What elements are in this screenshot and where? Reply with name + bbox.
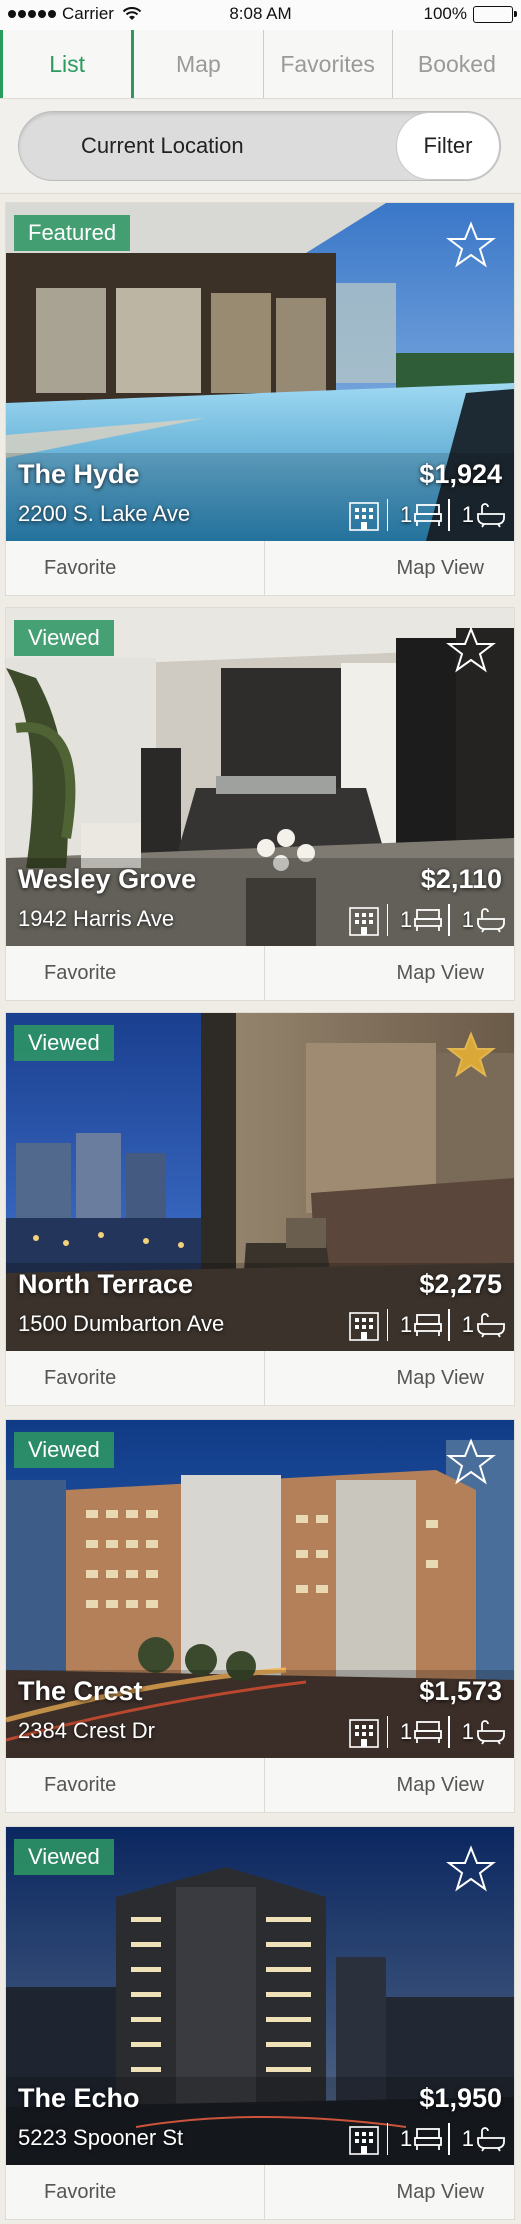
bath-count: 1 — [461, 2126, 474, 2151]
bed-icon — [414, 1314, 443, 1336]
tab-favorites[interactable]: Favorites — [264, 30, 393, 98]
bathtub-icon — [477, 503, 505, 528]
amenities: 1 1 — [347, 495, 507, 535]
bath-count: 1 — [461, 907, 474, 932]
favorite-button[interactable]: Favorite — [6, 2165, 265, 2219]
amenities: 1 1 — [347, 1305, 507, 1345]
status-badge: Viewed — [14, 620, 114, 656]
favorite-star-icon-active[interactable] — [446, 1031, 496, 1079]
search-bar: Current Location Filter — [0, 99, 521, 194]
bed-icon — [414, 2128, 443, 2150]
building-icon — [348, 2126, 379, 2155]
bath-count: 1 — [461, 1719, 474, 1744]
property-address: 1942 Harris Ave — [18, 906, 175, 931]
listing-photo[interactable]: Viewed The Echo 5223 Spooner St $1,950 1… — [6, 1827, 514, 2165]
bed-icon — [414, 909, 443, 931]
bath-count: 1 — [461, 502, 474, 527]
property-name: The Crest — [18, 1676, 143, 1706]
status-badge: Featured — [14, 215, 131, 251]
status-badge: Viewed — [14, 1025, 114, 1061]
property-name: The Echo — [18, 2083, 140, 2113]
location-label: Current Location — [81, 133, 244, 158]
status-badge: Viewed — [14, 1839, 114, 1875]
property-price: $1,573 — [419, 1676, 502, 1706]
map-view-button[interactable]: Map View — [265, 2165, 515, 2219]
card-actions: Favorite Map View — [6, 946, 514, 1000]
tab-map[interactable]: Map — [134, 30, 264, 98]
map-view-button[interactable]: Map View — [265, 541, 515, 595]
favorite-button[interactable]: Favorite — [6, 1758, 265, 1812]
bed-icon — [414, 1721, 443, 1743]
property-address: 5223 Spooner St — [18, 2125, 184, 2150]
listing-photo[interactable]: Viewed Wesley Grove 1942 Harris Ave $2,1… — [6, 608, 514, 946]
property-name: Wesley Grove — [18, 864, 197, 894]
property-price: $2,275 — [419, 1269, 502, 1299]
property-price: $1,950 — [419, 2083, 502, 2113]
tab-booked[interactable]: Booked — [393, 30, 521, 98]
bed-count: 1 — [400, 907, 413, 932]
map-view-button[interactable]: Map View — [265, 1351, 515, 1405]
card-actions: Favorite Map View — [6, 2165, 514, 2219]
bath-count: 1 — [461, 1312, 474, 1337]
property-name: The Hyde — [18, 459, 140, 489]
property-address: 2200 S. Lake Ave — [18, 501, 191, 526]
view-tabs: List Map Favorites Booked — [0, 30, 521, 99]
favorite-star-icon[interactable] — [446, 221, 496, 269]
battery-icon — [473, 5, 517, 23]
building-icon — [348, 1312, 379, 1341]
listing-card[interactable]: Viewed The Crest 2384 Crest Dr $1,573 1 … — [5, 1419, 515, 1813]
status-bar: Carrier 8:08 AM 100% — [0, 0, 521, 30]
bed-count: 1 — [400, 502, 413, 527]
bathtub-icon — [477, 1720, 505, 1745]
card-actions: Favorite Map View — [6, 1758, 514, 1812]
listing-card[interactable]: Viewed The Echo 5223 Spooner St $1,950 1… — [5, 1826, 515, 2220]
favorite-button[interactable]: Favorite — [6, 946, 265, 1000]
favorite-button[interactable]: Favorite — [6, 1351, 265, 1405]
bed-count: 1 — [400, 2126, 413, 2151]
card-actions: Favorite Map View — [6, 1351, 514, 1405]
bed-count: 1 — [400, 1312, 413, 1337]
battery-percent: 100% — [423, 4, 467, 23]
listing-card[interactable]: Featured The Hyde 2200 S. Lake Ave $1,92… — [5, 202, 515, 596]
amenities: 1 1 — [347, 2119, 507, 2159]
tab-list[interactable]: List — [0, 30, 135, 98]
listing-card[interactable]: Viewed Wesley Grove 1942 Harris Ave $2,1… — [5, 607, 515, 1001]
favorite-star-icon[interactable] — [446, 626, 496, 674]
building-icon — [348, 502, 379, 531]
bathtub-icon — [477, 908, 505, 933]
status-badge: Viewed — [14, 1432, 114, 1468]
property-price: $2,110 — [420, 864, 502, 894]
amenities: 1 1 — [347, 1712, 507, 1752]
bathtub-icon — [477, 2127, 505, 2152]
amenities: 1 1 — [347, 900, 507, 940]
bathtub-icon — [477, 1313, 505, 1338]
property-price: $1,924 — [419, 459, 502, 489]
location-search-field[interactable]: Current Location Filter — [18, 111, 501, 181]
map-view-button[interactable]: Map View — [265, 946, 515, 1000]
property-address: 1500 Dumbarton Ave — [18, 1311, 225, 1336]
property-name: North Terrace — [18, 1269, 194, 1299]
bed-icon — [414, 504, 443, 526]
favorite-button[interactable]: Favorite — [6, 541, 265, 595]
building-icon — [348, 1719, 379, 1748]
bed-count: 1 — [400, 1719, 413, 1744]
listing-photo[interactable]: Featured The Hyde 2200 S. Lake Ave $1,92… — [6, 203, 514, 541]
card-actions: Favorite Map View — [6, 541, 514, 595]
filter-button[interactable]: Filter — [396, 112, 500, 180]
listing-card[interactable]: Viewed North Terrace 1500 Dumbarton Ave … — [5, 1012, 515, 1406]
property-address: 2384 Crest Dr — [18, 1718, 155, 1743]
favorite-star-icon[interactable] — [446, 1845, 496, 1893]
listing-photo[interactable]: Viewed North Terrace 1500 Dumbarton Ave … — [6, 1013, 514, 1351]
map-view-button[interactable]: Map View — [265, 1758, 515, 1812]
listing-photo[interactable]: Viewed The Crest 2384 Crest Dr $1,573 1 … — [6, 1420, 514, 1758]
favorite-star-icon[interactable] — [446, 1438, 496, 1486]
building-icon — [348, 907, 379, 936]
